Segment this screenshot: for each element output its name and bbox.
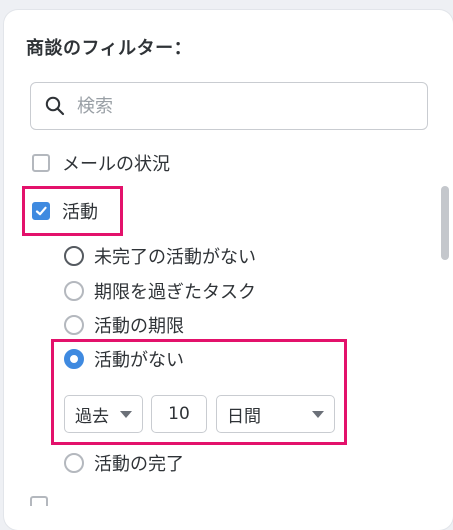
unit-select[interactable]: 日間 [216, 395, 335, 433]
days-amount-input[interactable]: 10 [151, 395, 207, 433]
radio-label: 活動の期限 [94, 316, 184, 337]
chevron-down-icon [312, 411, 324, 418]
activity-option[interactable]: 活動 [32, 198, 98, 224]
radio-button-selected[interactable] [64, 349, 84, 369]
period-select-value: 過去 [75, 406, 109, 427]
radio-button[interactable] [64, 281, 84, 301]
period-select[interactable]: 過去 [64, 395, 143, 433]
activity-checkbox[interactable] [32, 202, 50, 220]
search-input[interactable] [77, 91, 407, 121]
radio-button[interactable] [64, 246, 84, 266]
days-amount-value: 10 [168, 404, 190, 424]
radio-option-activity-completed[interactable]: 活動の完了 [64, 450, 184, 476]
activity-label: 活動 [62, 202, 98, 223]
search-field[interactable] [30, 82, 428, 130]
email-status-option[interactable]: メールの状況 [32, 150, 170, 176]
email-status-checkbox[interactable] [32, 154, 50, 172]
radio-option-no-incomplete[interactable]: 未完了の活動がない [64, 243, 256, 269]
radio-option-no-activity[interactable]: 活動がない [64, 346, 184, 372]
radio-label: 未完了の活動がない [94, 247, 256, 268]
filter-panel-title: 商談のフィルター： [26, 38, 193, 59]
radio-label: 活動がない [94, 350, 184, 371]
radio-label: 期限を過ぎたタスク [94, 282, 256, 303]
radio-option-activity-due[interactable]: 活動の期限 [64, 312, 184, 338]
radio-label: 活動の完了 [94, 454, 184, 475]
radio-button[interactable] [64, 315, 84, 335]
email-status-label: メールの状況 [62, 154, 170, 175]
checkmark-icon [35, 206, 47, 216]
next-option-checkbox[interactable] [30, 496, 48, 506]
scrollbar-thumb[interactable] [441, 186, 449, 260]
chevron-down-icon [120, 411, 132, 418]
radio-option-overdue-tasks[interactable]: 期限を過ぎたタスク [64, 278, 256, 304]
unit-select-value: 日間 [227, 406, 261, 427]
search-icon [45, 96, 65, 116]
radio-button[interactable] [64, 453, 84, 473]
